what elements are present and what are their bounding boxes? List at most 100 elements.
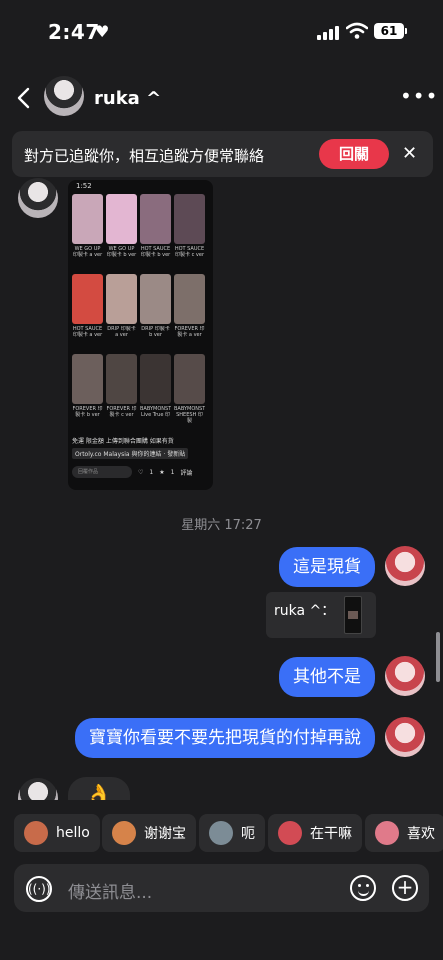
scrollbar[interactable]: [436, 632, 440, 682]
timestamp: 星期六 17:27: [181, 518, 262, 533]
product-card: FOREVER 印製卡 a ver: [174, 274, 205, 350]
sender-avatar[interactable]: [18, 778, 58, 800]
product-caption: WE GO UP 印製卡 b ver: [106, 246, 137, 258]
battery-cap: [405, 28, 407, 34]
product-caption: BABYMONSTER SHEESH 印製: [174, 406, 205, 424]
my-avatar: [385, 546, 425, 586]
product-card: BABYMONSTER Live True 印: [140, 354, 171, 430]
contact-name[interactable]: ruka ^: [94, 88, 161, 109]
sticker-icon: [112, 821, 136, 845]
quick-reply-label: 呃: [241, 826, 255, 842]
product-caption: HOT SAUCE 印製卡 a ver: [72, 326, 103, 338]
heart-icon: ♥: [95, 22, 110, 41]
sticker-icon: [375, 821, 399, 845]
quick-reply-bar: hello 谢谢宝 呃 在干嘛 喜欢: [0, 814, 443, 854]
outgoing-message[interactable]: 其他不是: [279, 657, 375, 697]
product-caption: DRIP 印製卡 b ver: [141, 326, 170, 338]
incoming-emoji-message[interactable]: 👌: [68, 777, 130, 800]
comment-label: 評論: [180, 469, 193, 477]
product-image: [72, 354, 103, 404]
product-grid: WE GO UP 印製卡 a ver WE GO UP 印製卡 b ver HOT …: [72, 194, 210, 430]
quick-reply-chip[interactable]: hello: [14, 814, 100, 852]
sender-avatar[interactable]: [18, 178, 58, 218]
reply-preview-thumbnail: [344, 596, 362, 634]
message-composer: ((·)) 傳送訊息... +: [14, 864, 429, 912]
quick-reply-chip[interactable]: 谢谢宝: [102, 814, 196, 852]
quick-reply-label: 谢谢宝: [144, 826, 186, 842]
star-count: 1: [170, 468, 175, 476]
cellular-signal-icon: [317, 26, 339, 40]
product-card: HOT SAUCE 印製卡 b ver: [140, 194, 171, 270]
my-avatar: [385, 717, 425, 757]
product-image: [72, 274, 103, 324]
screenshot-tag: Ortoly.co Malaysia 與你的連結 · 發新貼: [72, 448, 189, 459]
product-image: [106, 354, 137, 404]
product-image: [106, 274, 137, 324]
product-image: [106, 194, 137, 244]
banner-text: 對方已追蹤你，相互追蹤方便常聯絡: [24, 147, 265, 165]
screenshot-status-time: 1:52: [76, 182, 92, 190]
outgoing-message[interactable]: 寶寶你看要不要先把現貨的付掉再說: [75, 718, 375, 758]
quick-reply-chip[interactable]: 喜欢: [365, 814, 443, 852]
quick-reply-chip[interactable]: 呃: [199, 814, 265, 852]
sticker-icon: [24, 821, 48, 845]
product-card: FOREVER 印製卡 b ver: [72, 354, 103, 430]
product-caption: HOT SAUCE 印製卡 b ver: [140, 246, 171, 258]
heart-icon: ♡: [138, 468, 144, 476]
my-avatar: [385, 656, 425, 696]
quick-reply-label: 在干嘛: [310, 826, 352, 842]
quick-reply-label: 喜欢: [407, 826, 435, 842]
product-caption: DRIP 印製卡 a ver: [107, 326, 136, 338]
close-icon[interactable]: ✕: [402, 143, 417, 164]
product-caption: WE GO UP 印製卡 a ver: [72, 246, 103, 258]
chat-header: ruka ^ •••: [0, 64, 443, 128]
product-card: FOREVER 印製卡 c ver: [106, 354, 137, 430]
product-card: DRIP 印製卡 a ver: [106, 274, 137, 350]
product-image: [72, 194, 103, 244]
like-count: 1: [149, 468, 154, 476]
message-input[interactable]: 傳送訊息...: [68, 878, 152, 903]
battery-icon: 61: [374, 23, 404, 39]
voice-message-icon[interactable]: ((·)): [26, 876, 52, 902]
product-card: HOT SAUCE 印製卡 a ver: [72, 274, 103, 350]
sticker-icon: [278, 821, 302, 845]
shared-screenshot-image[interactable]: 1:52 WE GO UP 印製卡 a ver WE GO UP 印製卡 b ve…: [68, 180, 213, 490]
quick-reply-chip[interactable]: 在干嘛: [268, 814, 362, 852]
star-icon: ★: [159, 468, 165, 476]
product-image: [140, 354, 171, 404]
follow-back-button[interactable]: 回關: [319, 139, 389, 169]
screenshot-promo-text: 免運 限金額 上傳到聯合團購 如果有貨: [72, 438, 174, 445]
product-caption: FOREVER 印製卡 c ver: [106, 406, 137, 418]
product-caption: FOREVER 印製卡 b ver: [72, 406, 103, 418]
status-bar: 2:47 ♥ 61: [0, 0, 443, 64]
emoji-icon[interactable]: [350, 875, 376, 901]
sticker-icon: [209, 821, 233, 845]
follow-back-banner: 對方已追蹤你，相互追蹤方便常聯絡 回關 ✕: [12, 131, 433, 177]
screenshot-reply-input: 回覆作品: [72, 466, 132, 478]
message-thread: 1:52 WE GO UP 印製卡 a ver WE GO UP 印製卡 b ve…: [0, 178, 443, 800]
wifi-icon: [346, 22, 368, 39]
product-card: WE GO UP 印製卡 a ver: [72, 194, 103, 270]
product-card: BABYMONSTER SHEESH 印製: [174, 354, 205, 430]
product-caption: HOT SAUCE 印製卡 c ver: [174, 246, 205, 258]
reply-preview-label: ruka ^：: [274, 603, 336, 619]
reply-preview[interactable]: ruka ^：: [266, 592, 376, 638]
more-options-icon[interactable]: •••: [400, 84, 438, 108]
outgoing-message[interactable]: 這是現貨: [279, 547, 375, 587]
contact-avatar[interactable]: [44, 76, 84, 116]
product-image: [174, 274, 205, 324]
product-image: [174, 354, 205, 404]
back-chevron-icon[interactable]: [14, 86, 34, 110]
product-card: DRIP 印製卡 b ver: [140, 274, 171, 350]
product-caption: BABYMONSTER Live True 印: [140, 406, 171, 418]
product-caption: FOREVER 印製卡 a ver: [174, 326, 205, 338]
product-card: HOT SAUCE 印製卡 c ver: [174, 194, 205, 270]
product-image: [174, 194, 205, 244]
product-card: WE GO UP 印製卡 b ver: [106, 194, 137, 270]
screenshot-action-bar: 回覆作品 ♡ 1 ★ 1 評論: [72, 464, 210, 480]
add-icon[interactable]: +: [392, 875, 418, 901]
product-image: [140, 194, 171, 244]
status-time: 2:47: [48, 20, 100, 44]
quick-reply-label: hello: [56, 825, 90, 841]
product-image: [140, 274, 171, 324]
